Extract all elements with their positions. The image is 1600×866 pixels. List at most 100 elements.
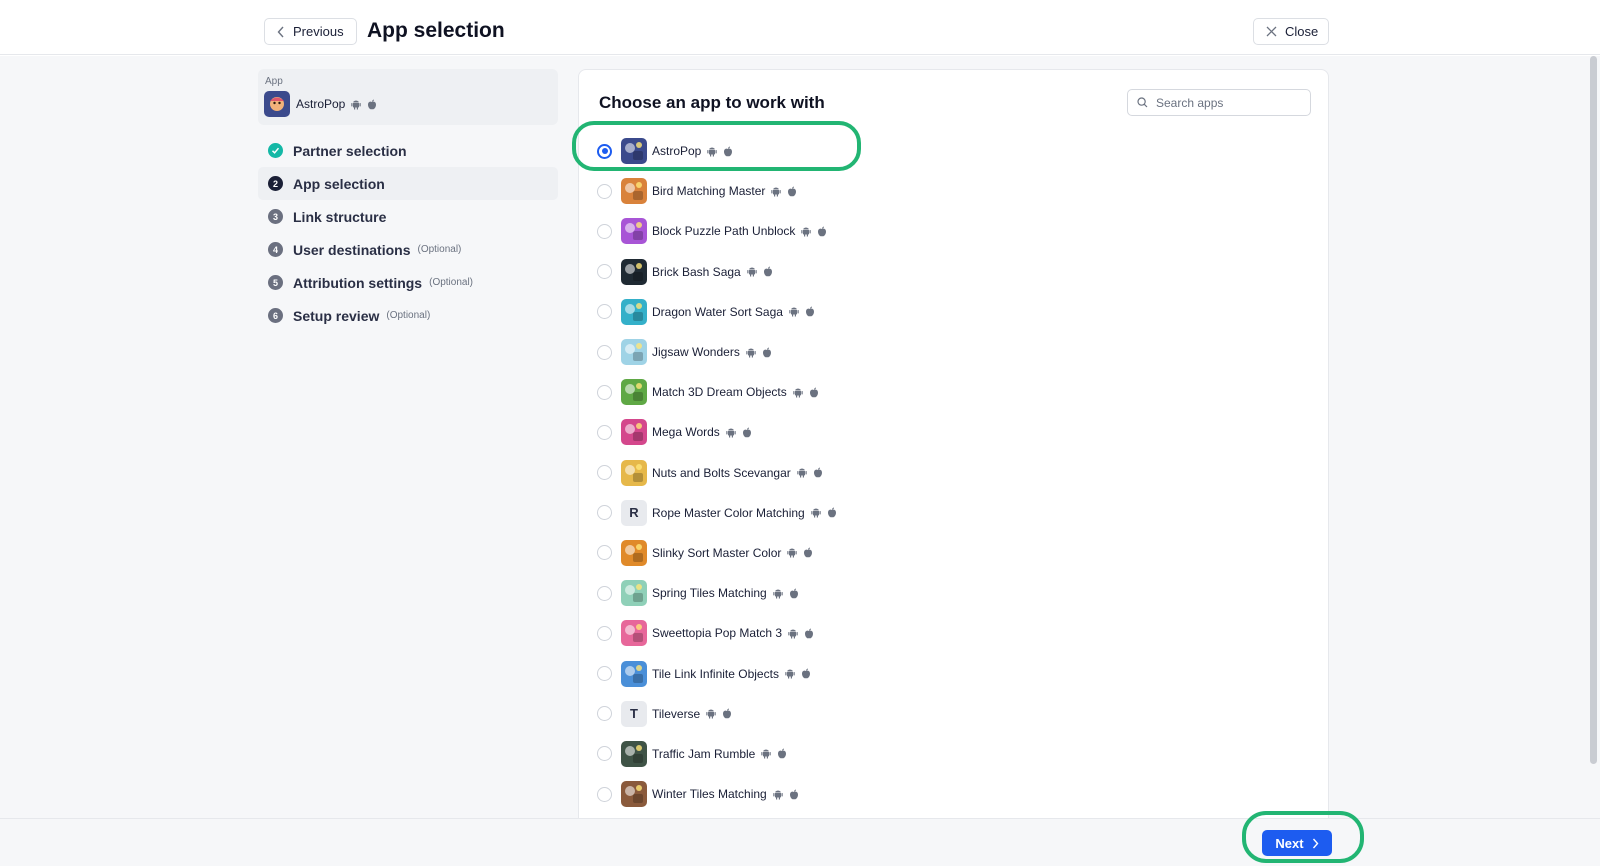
app-radio[interactable] (597, 183, 612, 199)
step-2[interactable]: 2 App selection (258, 167, 558, 200)
step-1[interactable]: Partner selection (258, 134, 558, 167)
app-radio[interactable] (597, 746, 612, 762)
check-icon (268, 143, 283, 158)
android-icon (707, 146, 718, 157)
android-icon (787, 547, 798, 558)
android-icon (761, 748, 772, 759)
apple-icon (817, 226, 827, 237)
apple-icon (801, 668, 811, 679)
app-radio[interactable] (597, 143, 612, 159)
app-row[interactable]: Slinky Sort Master Color (597, 533, 1297, 573)
apple-icon (777, 748, 787, 759)
top-bar: Previous App selection Close (0, 0, 1600, 55)
step-3[interactable]: 3 Link structure (258, 200, 558, 233)
step-label: Partner selection (293, 142, 407, 159)
step-label: Link structure (293, 208, 387, 225)
app-row[interactable]: R Rope Master Color Matching (597, 493, 1297, 533)
app-radio[interactable] (597, 304, 612, 320)
step-label: User destinations (293, 241, 411, 258)
app-radio[interactable] (597, 223, 612, 239)
android-icon (351, 100, 362, 109)
app-radio[interactable] (597, 585, 612, 601)
app-row[interactable]: Sweettopia Pop Match 3 (597, 613, 1297, 653)
step-number: 5 (268, 275, 283, 290)
app-radio[interactable] (597, 625, 612, 641)
page-scrollbar[interactable] (1590, 56, 1597, 764)
step-label: App selection (293, 175, 385, 192)
close-label: Close (1285, 24, 1319, 39)
app-radio[interactable] (597, 384, 612, 400)
app-row[interactable]: Spring Tiles Matching (597, 573, 1297, 613)
app-name: Block Puzzle Path Unblock (652, 224, 796, 239)
android-icon (706, 708, 716, 719)
app-name: Winter Tiles Matching (652, 787, 767, 802)
android-icon (773, 588, 783, 599)
step-number: 2 (268, 176, 283, 191)
close-icon (1266, 26, 1277, 37)
apple-icon (789, 789, 799, 800)
previous-button[interactable]: Previous (264, 18, 357, 45)
app-name: Slinky Sort Master Color (652, 545, 782, 560)
app-row[interactable]: AstroPop (597, 131, 1297, 171)
step-6[interactable]: 6 Setup review (Optional) (258, 299, 558, 332)
app-name: Tile Link Infinite Objects (652, 666, 779, 681)
page-title: App selection (367, 19, 505, 42)
android-icon (773, 789, 783, 800)
android-icon (801, 226, 812, 237)
app-row[interactable]: Brick Bash Saga (597, 252, 1297, 292)
app-row[interactable]: Jigsaw Wonders (597, 332, 1297, 372)
app-row[interactable]: T Tileverse (597, 694, 1297, 734)
astropop-icon (621, 138, 647, 165)
app-row[interactable]: Bird Matching Master (597, 171, 1297, 211)
app-row[interactable]: Block Puzzle Path Unblock (597, 211, 1297, 251)
search-box[interactable] (1127, 89, 1311, 116)
apple-icon (804, 628, 814, 639)
app-radio[interactable] (597, 505, 612, 521)
app-radio[interactable] (597, 666, 612, 682)
words-icon (621, 419, 647, 446)
winter-icon (621, 781, 647, 808)
app-radio[interactable] (597, 545, 612, 561)
app-radio[interactable] (597, 344, 612, 360)
app-row[interactable]: Traffic Jam Rumble (597, 734, 1297, 774)
apple-icon (813, 467, 823, 478)
app-row[interactable]: Match 3D Dream Objects (597, 372, 1297, 412)
chevron-right-icon (1312, 838, 1319, 848)
next-button[interactable]: Next (1262, 830, 1332, 856)
selected-app-name: AstroPop (296, 97, 346, 111)
app-name: Match 3D Dream Objects (652, 385, 787, 400)
app-row[interactable]: Dragon Water Sort Saga (597, 292, 1297, 332)
apple-icon (827, 507, 837, 518)
android-icon (785, 668, 795, 679)
app-radio[interactable] (597, 424, 612, 440)
app-radio[interactable] (597, 465, 612, 481)
app-name: Brick Bash Saga (652, 264, 741, 279)
sweet-icon (621, 620, 647, 647)
apple-icon (787, 186, 797, 197)
app-row[interactable]: Winter Tiles Matching (597, 774, 1297, 814)
apple-icon (722, 708, 732, 719)
step-optional: (Optional) (417, 244, 462, 255)
app-radio[interactable] (597, 264, 612, 280)
app-row[interactable]: Tile Link Infinite Objects (597, 653, 1297, 693)
step-4[interactable]: 4 User destinations (Optional) (258, 233, 558, 266)
apple-icon (789, 588, 799, 599)
step-number: 6 (268, 308, 283, 323)
app-radio[interactable] (597, 706, 612, 722)
chevron-left-icon (277, 26, 284, 37)
apple-icon (803, 547, 813, 558)
search-input[interactable] (1156, 95, 1306, 110)
traffic-icon (621, 740, 647, 767)
app-name: Bird Matching Master (652, 184, 766, 199)
app-name: Nuts and Bolts Scevangar (652, 465, 791, 480)
step-optional: (Optional) (429, 277, 474, 288)
android-icon (771, 186, 782, 197)
app-radio[interactable] (597, 786, 612, 802)
app-row[interactable]: Mega Words (597, 412, 1297, 452)
astropop-icon (264, 91, 290, 117)
app-row[interactable]: Nuts and Bolts Scevangar (597, 453, 1297, 493)
step-5[interactable]: 5 Attribution settings (Optional) (258, 266, 558, 299)
close-button[interactable]: Close (1253, 18, 1329, 45)
android-icon (788, 628, 798, 639)
previous-label: Previous (293, 24, 344, 39)
